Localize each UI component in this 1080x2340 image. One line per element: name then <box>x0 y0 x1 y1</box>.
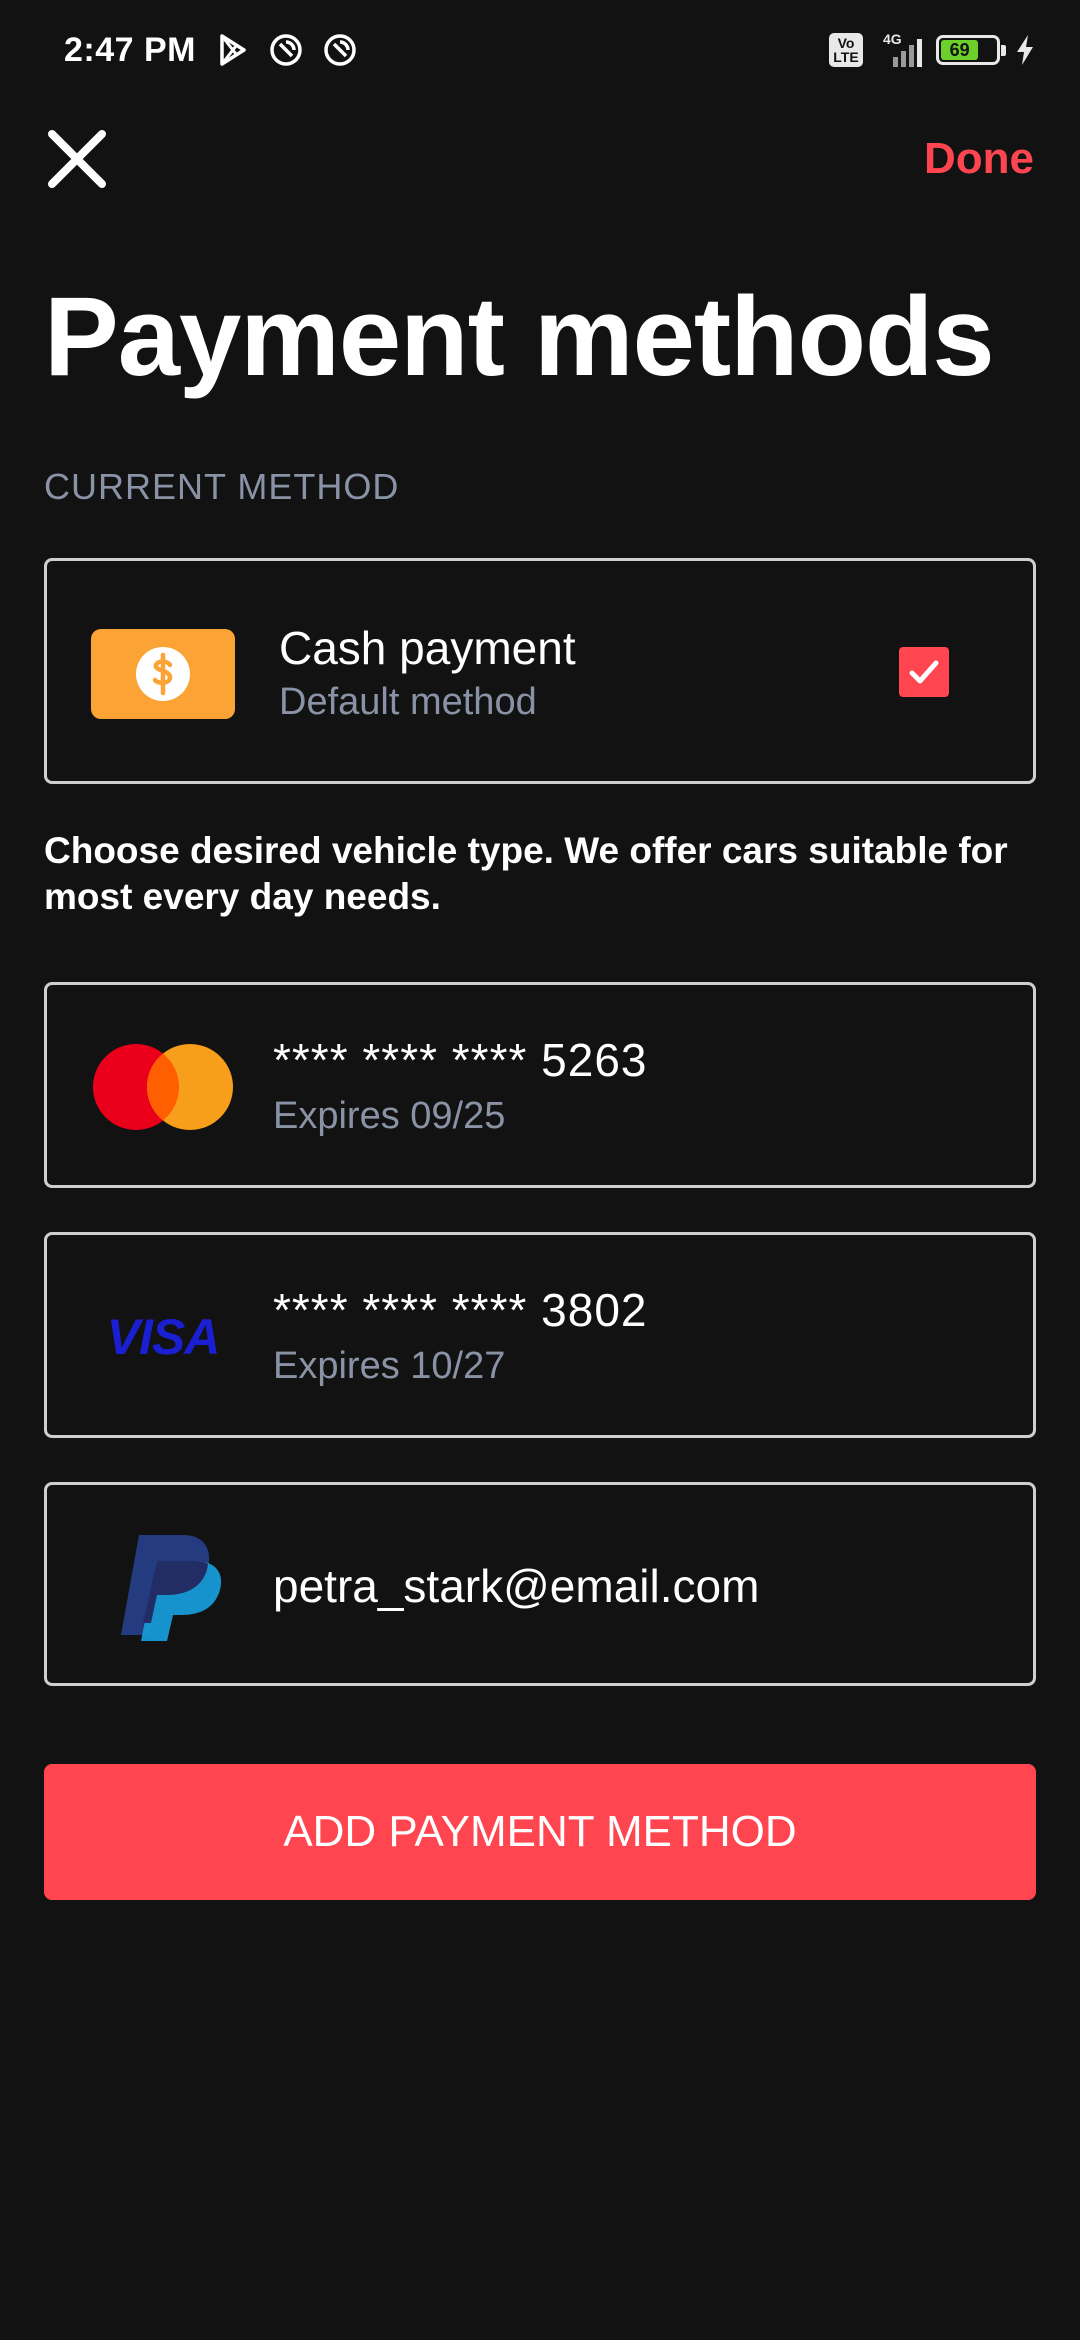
check-icon <box>909 660 939 684</box>
status-time: 2:47 PM <box>64 30 196 69</box>
card-expiry: Expires 10/27 <box>273 1345 506 1387</box>
notification-icon <box>270 34 302 66</box>
cash-payment-title: Cash payment <box>279 622 576 674</box>
paypal-logo <box>91 1527 235 1647</box>
done-button[interactable]: Done <box>924 128 1034 190</box>
cash-logo <box>91 629 235 719</box>
dollar-icon <box>136 647 190 701</box>
visa-logo-text: VISA <box>106 1309 221 1365</box>
battery-icon: 69 <box>936 35 1006 65</box>
paypal-email: petra_stark@email.com <box>273 1560 760 1612</box>
cash-payment-card[interactable]: Cash payment Default method <box>44 558 1036 784</box>
info-text: Choose desired vehicle type. We offer ca… <box>44 830 1008 917</box>
visa-logo: VISA <box>91 1277 235 1397</box>
card-expiry: Expires 09/25 <box>273 1095 506 1137</box>
mastercard-logo <box>91 1027 235 1147</box>
network-label: 4G <box>883 31 902 47</box>
status-left: 2:47 PM <box>64 31 358 70</box>
volte-label: Vo LTE <box>833 35 859 65</box>
card-number: **** **** **** 3802 <box>273 1284 648 1336</box>
current-method-label: CURRENT METHOD <box>44 466 400 507</box>
paypal-card[interactable]: petra_stark@email.com <box>44 1482 1036 1686</box>
card-number: **** **** **** 5263 <box>273 1034 648 1086</box>
selected-checkbox[interactable] <box>899 647 949 697</box>
battery-level: 69 <box>941 40 979 60</box>
visa-card[interactable]: VISA **** **** **** 3802 Expires 10/27 <box>44 1232 1036 1438</box>
play-store-icon <box>220 34 246 66</box>
status-right: Vo LTE 4G 69 <box>829 31 1036 67</box>
notification-icon <box>324 34 356 66</box>
mastercard-card[interactable]: **** **** **** 5263 Expires 09/25 <box>44 982 1036 1188</box>
add-payment-method-button[interactable]: ADD PAYMENT METHOD <box>44 1764 1036 1900</box>
page-title: Payment methods <box>44 274 995 399</box>
volte-icon: Vo LTE <box>829 33 863 67</box>
charging-icon <box>1017 35 1033 65</box>
status-bar: 2:47 PM Vo LTE 4G 69 <box>0 0 1080 100</box>
signal-icon: 4G <box>877 31 922 67</box>
close-icon[interactable] <box>46 128 108 190</box>
payment-methods-screen: 2:47 PM Vo LTE 4G 69 Done Payment method… <box>0 0 1080 2340</box>
cash-payment-subtitle: Default method <box>279 681 537 723</box>
